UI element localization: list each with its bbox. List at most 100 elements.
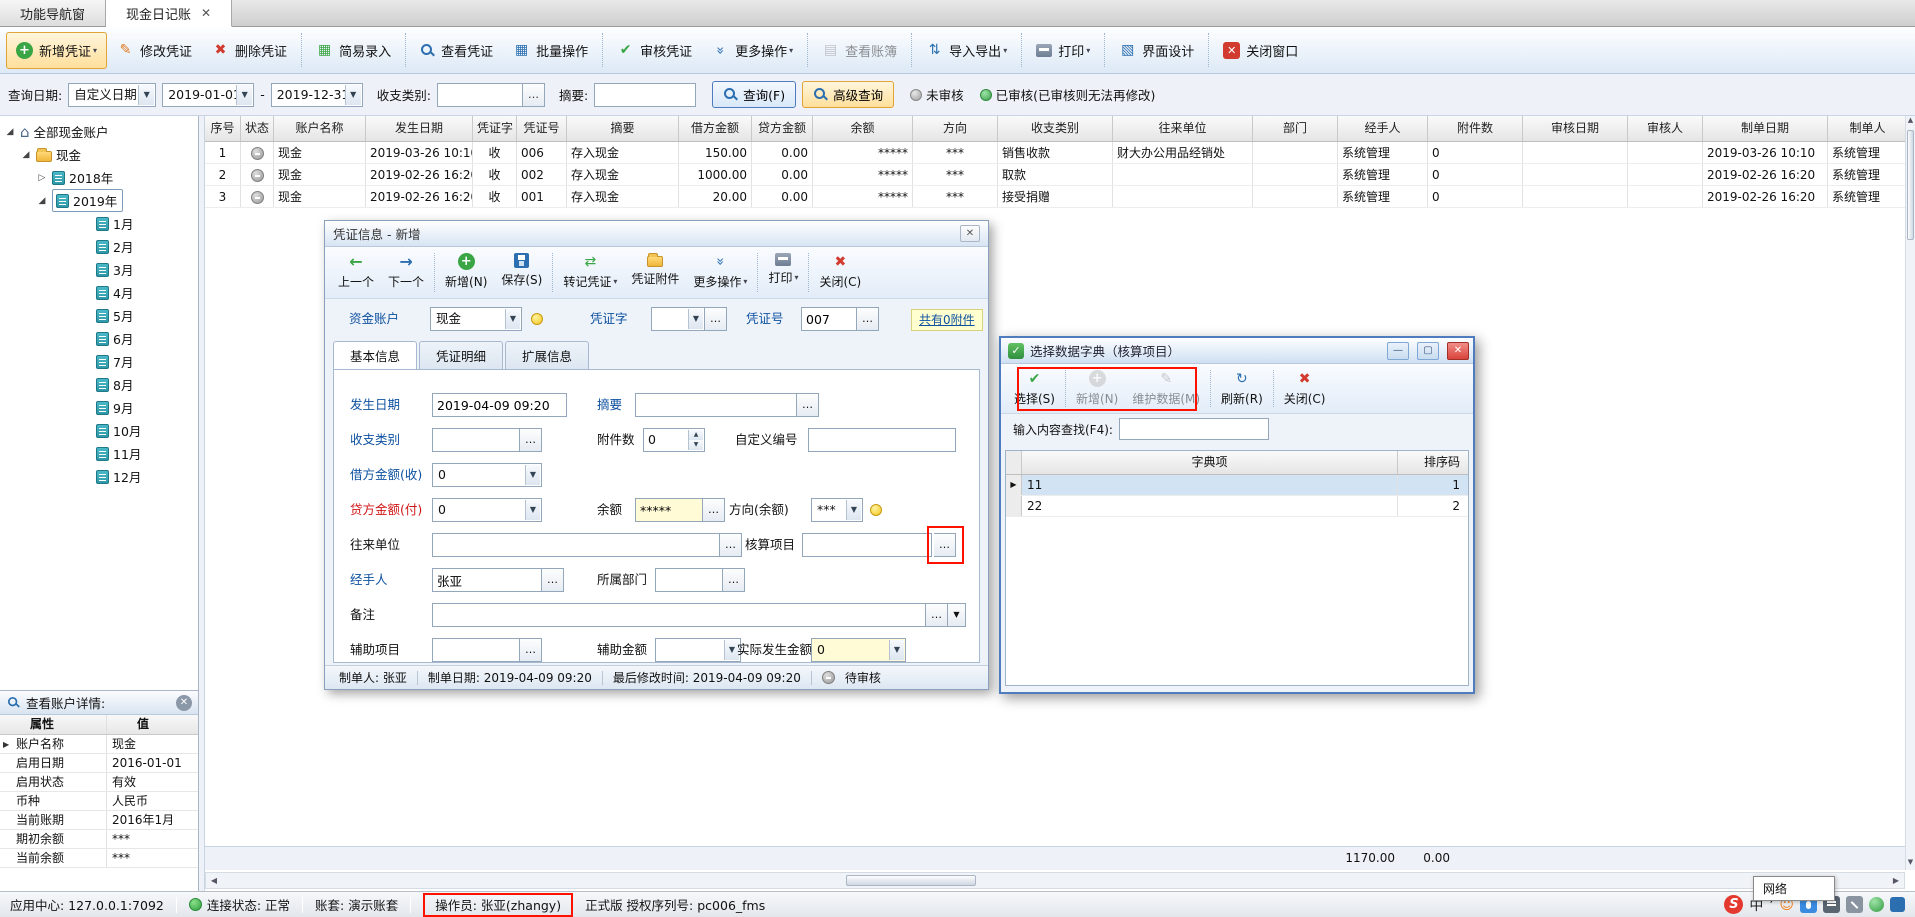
column-header-6[interactable]: 摘要 <box>567 116 679 141</box>
column-header-17[interactable]: 审核人 <box>1628 116 1703 141</box>
column-header-13[interactable]: 部门 <box>1253 116 1338 141</box>
column-header-1[interactable]: 状态 <box>241 116 274 141</box>
maximize-icon[interactable]: ▢ <box>1417 342 1439 360</box>
tree-node-month-1[interactable]: 1月 <box>0 212 198 235</box>
detail-row-5[interactable]: 期初余额*** <box>0 830 198 849</box>
dict-row-1[interactable]: ▶111 <box>1006 475 1468 496</box>
column-header-11[interactable]: 收支类别 <box>998 116 1113 141</box>
department-picker-button[interactable]: … <box>723 568 745 592</box>
remark-picker-button[interactable]: … <box>926 603 948 627</box>
tree-node-month-9[interactable]: 9月 <box>0 396 198 419</box>
aux-item-input[interactable] <box>432 638 520 662</box>
tree-node-month-8[interactable]: 8月 <box>0 373 198 396</box>
column-header-0[interactable]: 序号 <box>205 116 241 141</box>
debit-amount-input[interactable]: 0▼ <box>432 463 542 487</box>
dict-col-sort[interactable]: 排序码 <box>1398 451 1468 474</box>
tree-node-month-5[interactable]: 5月 <box>0 304 198 327</box>
column-header-15[interactable]: 附件数 <box>1428 116 1523 141</box>
main-edit-voucher-button[interactable]: ✎修改凭证 <box>107 32 202 69</box>
detail-row-0[interactable]: ▶账户名称现金 <box>0 735 198 754</box>
tree-node-month-11[interactable]: 11月 <box>0 442 198 465</box>
scroll-left-icon[interactable]: ◀ <box>206 876 222 885</box>
accounting-item-input[interactable] <box>802 533 932 557</box>
tree-node-month-10[interactable]: 10月 <box>0 419 198 442</box>
summary-input[interactable] <box>635 393 797 417</box>
column-header-4[interactable]: 凭证字 <box>473 116 517 141</box>
aux-amount-input[interactable]: ▼ <box>655 638 741 662</box>
column-header-14[interactable]: 经手人 <box>1338 116 1428 141</box>
category-input[interactable] <box>437 83 523 107</box>
spin-down-icon[interactable]: ▼ <box>689 440 703 450</box>
voucher-print-voucher-button[interactable]: 打印▾ <box>761 249 805 296</box>
main-audit-voucher-button[interactable]: ✔审核凭证 <box>607 32 702 69</box>
main-ui-design-button[interactable]: ▧界面设计 <box>1109 32 1204 69</box>
column-header-18[interactable]: 制单日期 <box>1703 116 1828 141</box>
close-icon[interactable]: ✕ <box>176 695 192 711</box>
tree-node-all-accounts[interactable]: ◢ ⌂ 全部现金账户 <box>0 120 198 143</box>
ime-toolbox-icon[interactable] <box>1846 896 1863 913</box>
tray-icon-green[interactable] <box>1869 897 1884 912</box>
category-picker-button[interactable]: … <box>523 83 545 107</box>
attach-count-stepper[interactable]: 0▲▼ <box>643 428 705 452</box>
category-input[interactable] <box>432 428 520 452</box>
counterparty-input[interactable] <box>432 533 720 557</box>
main-delete-voucher-button[interactable]: ✖删除凭证 <box>202 32 297 69</box>
scrollbar-thumb[interactable] <box>846 875 976 886</box>
voucher-save-voucher-button[interactable]: 保存(S) <box>494 249 549 296</box>
expand-arrow-icon[interactable]: ◢ <box>20 150 32 160</box>
column-header-8[interactable]: 贷方金额 <box>752 116 813 141</box>
voucher-word-picker-button[interactable]: … <box>705 307 727 331</box>
grid-row-3[interactable]: 3现金2019-02-26 16:20收001存入现金20.000.00****… <box>205 186 1915 208</box>
tree-node-month-2[interactable]: 2月 <box>0 235 198 258</box>
main-close-window-button[interactable]: ✕关闭窗口 <box>1213 32 1308 69</box>
tree-node-2019[interactable]: ◢ 2019年 <box>0 189 198 212</box>
tree-node-cash[interactable]: ◢ 现金 <box>0 143 198 166</box>
main-view-voucher-button[interactable]: 查看凭证 <box>410 32 503 69</box>
dict-col-item[interactable]: 字典项 <box>1022 451 1398 474</box>
balance-picker-button[interactable]: … <box>703 498 725 522</box>
summary-input[interactable] <box>594 83 696 107</box>
column-header-2[interactable]: 账户名称 <box>274 116 366 141</box>
category-picker-button[interactable]: … <box>520 428 542 452</box>
detail-row-6[interactable]: 当前余额*** <box>0 849 198 868</box>
counterparty-picker-button[interactable]: … <box>720 533 742 557</box>
voucher-no-picker-button[interactable]: … <box>857 307 879 331</box>
tree-node-2018[interactable]: ▷ 2018年 <box>0 166 198 189</box>
main-simple-entry-button[interactable]: ▦简易录入 <box>306 32 401 69</box>
detail-row-2[interactable]: 启用状态有效 <box>0 773 198 792</box>
fund-account-select[interactable]: 现金▼ <box>430 307 522 331</box>
date-mode-select[interactable]: 自定义日期▼ <box>68 83 156 107</box>
handler-input[interactable] <box>432 568 542 592</box>
tree-node-month-3[interactable]: 3月 <box>0 258 198 281</box>
column-header-10[interactable]: 方向 <box>913 116 998 141</box>
attachment-count-link[interactable]: 共有0附件 <box>911 309 983 331</box>
tree-node-month-4[interactable]: 4月 <box>0 281 198 304</box>
tab-basic-info[interactable]: 基本信息 <box>333 341 417 370</box>
main-new-voucher-button[interactable]: +新增凭证▾ <box>6 32 107 69</box>
expand-arrow-icon[interactable]: ◢ <box>36 196 48 206</box>
column-header-12[interactable]: 往来单位 <box>1113 116 1253 141</box>
grid-row-2[interactable]: 2现金2019-02-26 16:20收002存入现金1000.000.00**… <box>205 164 1915 186</box>
tray-icon-blue[interactable] <box>1890 897 1905 912</box>
summary-picker-button[interactable]: … <box>797 393 819 417</box>
remark-input[interactable] <box>432 603 926 627</box>
dict-dialog-titlebar[interactable]: ✓ 选择数据字典（核算项目） — ▢ ✕ <box>1001 338 1473 364</box>
direction-select[interactable]: ***▼ <box>811 498 863 522</box>
voucher-no-input[interactable] <box>801 307 857 331</box>
detail-row-4[interactable]: 当前账期2016年1月 <box>0 811 198 830</box>
query-button[interactable]: 查询(F) <box>712 81 796 108</box>
handler-picker-button[interactable]: … <box>542 568 564 592</box>
department-input[interactable] <box>655 568 723 592</box>
tree-node-month-6[interactable]: 6月 <box>0 327 198 350</box>
main-print-button[interactable]: 打印▾ <box>1026 32 1100 69</box>
tab-voucher-detail[interactable]: 凭证明细 <box>419 341 503 369</box>
scroll-right-icon[interactable]: ▶ <box>1888 876 1904 885</box>
spin-up-icon[interactable]: ▲ <box>689 430 703 440</box>
collapse-arrow-icon[interactable]: ▷ <box>36 173 48 183</box>
detail-row-3[interactable]: 币种人民币 <box>0 792 198 811</box>
minimize-icon[interactable]: — <box>1387 342 1409 360</box>
tree-node-month-12[interactable]: 12月 <box>0 465 198 488</box>
custom-no-input[interactable] <box>808 428 956 452</box>
dict-maintain-data-button[interactable]: ✎维护数据(M) <box>1125 366 1207 411</box>
dict-search-input[interactable] <box>1119 418 1269 440</box>
